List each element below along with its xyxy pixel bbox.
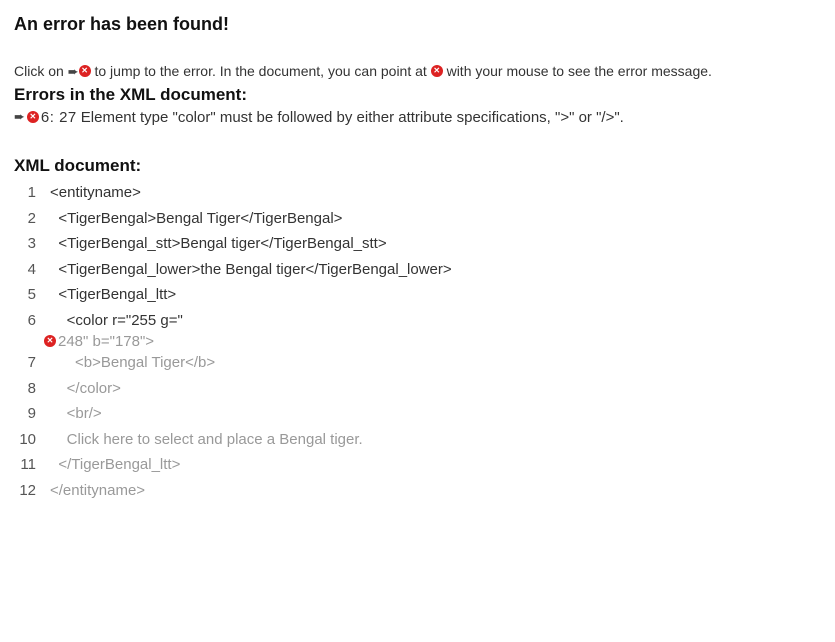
- error-entry[interactable]: ➨ 6: 27 Element type "color" must be fol…: [14, 109, 821, 126]
- line-content: </TigerBengal_ltt>: [50, 452, 180, 478]
- code-line: 1<entityname>: [14, 180, 821, 206]
- error-marker-line[interactable]: 248" b="178">: [14, 333, 821, 350]
- line-content: <TigerBengal_stt>Bengal tiger</TigerBeng…: [50, 231, 387, 257]
- line-content: Click here to select and place a Bengal …: [50, 427, 363, 453]
- wrapped-content: 248" b="178">: [58, 333, 154, 350]
- line-number: 2: [14, 206, 50, 232]
- error-icon[interactable]: [44, 335, 56, 347]
- hint-post: with your mouse to see the error message…: [443, 63, 712, 79]
- error-location: 6: 27: [41, 109, 77, 126]
- line-content: <entityname>: [50, 180, 141, 206]
- line-number: 3: [14, 231, 50, 257]
- code-line: 9 <br/>: [14, 401, 821, 427]
- line-content: <b>Bengal Tiger</b>: [50, 350, 215, 376]
- code-line: 4 <TigerBengal_lower>the Bengal tiger</T…: [14, 257, 821, 283]
- line-number: 1: [14, 180, 50, 206]
- line-number: 9: [14, 401, 50, 427]
- line-number: 4: [14, 257, 50, 283]
- line-number: 11: [14, 452, 50, 478]
- hint-text: Click on ➨ to jump to the error. In the …: [14, 63, 821, 79]
- line-content: <TigerBengal_lower>the Bengal tiger</Tig…: [50, 257, 452, 283]
- code-line: 12</entityname>: [14, 478, 821, 504]
- line-content: </color>: [50, 376, 121, 402]
- code-line: 5 <TigerBengal_ltt>: [14, 282, 821, 308]
- line-content: <br/>: [50, 401, 102, 427]
- error-message: Element type "color" must be followed by…: [81, 109, 624, 126]
- line-number: 12: [14, 478, 50, 504]
- code-line: 6 <color r="255 g=": [14, 308, 821, 334]
- line-content: </entityname>: [50, 478, 145, 504]
- code-line: 11 </TigerBengal_ltt>: [14, 452, 821, 478]
- code-line: 2 <TigerBengal>Bengal Tiger</TigerBengal…: [14, 206, 821, 232]
- page-title: An error has been found!: [14, 14, 821, 35]
- xml-code-block: 1<entityname> 2 <TigerBengal>Bengal Tige…: [14, 180, 821, 503]
- hint-mid: to jump to the error. In the document, y…: [91, 63, 431, 79]
- code-line: 7 <b>Bengal Tiger</b>: [14, 350, 821, 376]
- hint-pre: Click on: [14, 63, 68, 79]
- code-line: 10 Click here to select and place a Beng…: [14, 427, 821, 453]
- line-number: 8: [14, 376, 50, 402]
- code-line: 3 <TigerBengal_stt>Bengal tiger</TigerBe…: [14, 231, 821, 257]
- line-number: 7: [14, 350, 50, 376]
- document-heading: XML document:: [14, 156, 821, 176]
- error-icon: [431, 65, 443, 77]
- error-icon: [79, 65, 91, 77]
- line-number: 6: [14, 308, 50, 334]
- line-number: 10: [14, 427, 50, 453]
- jump-arrow-icon: ➨: [68, 65, 79, 78]
- errors-heading: Errors in the XML document:: [14, 85, 821, 105]
- line-number: 5: [14, 282, 50, 308]
- jump-arrow-icon[interactable]: ➨: [14, 110, 25, 123]
- error-icon[interactable]: [27, 111, 39, 123]
- code-line: 8 </color>: [14, 376, 821, 402]
- line-content: <TigerBengal_ltt>: [50, 282, 176, 308]
- line-content: <TigerBengal>Bengal Tiger</TigerBengal>: [50, 206, 342, 232]
- line-content: <color r="255 g=": [50, 308, 183, 334]
